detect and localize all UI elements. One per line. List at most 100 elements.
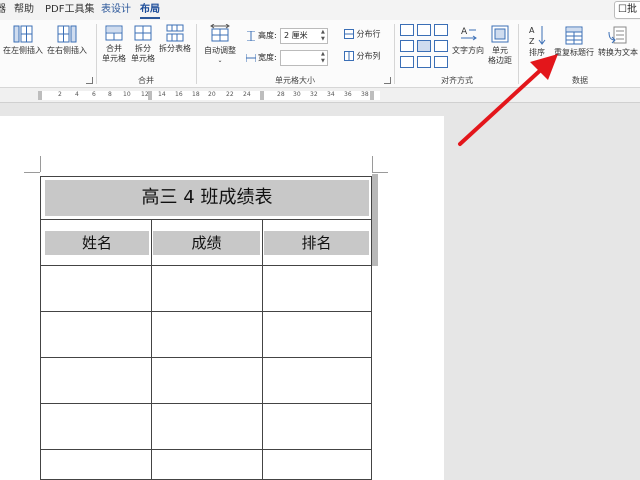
autofit-button[interactable]: 自动调整 ⌄: [200, 24, 240, 66]
tab-help[interactable]: 帮助: [14, 3, 34, 17]
ruler-number: 24: [243, 91, 251, 98]
merge-cells-button[interactable]: 合并 单元格: [99, 24, 129, 64]
table-cell[interactable]: [41, 403, 151, 448]
table-cell[interactable]: [41, 357, 151, 402]
split-cells-icon: [134, 25, 152, 41]
autofit-icon: [210, 24, 230, 42]
width-field-row: 宽度: ▲ ▼: [246, 50, 336, 66]
ruler-right-indent-marker[interactable]: [370, 91, 374, 100]
merge-cells-label-2: 单元格: [102, 54, 126, 63]
align-bottom-center-button[interactable]: [417, 56, 431, 68]
convert-to-text-label: 转换为文本: [598, 48, 638, 57]
ruler-number: 16: [175, 91, 183, 98]
table-rule: [41, 219, 371, 220]
split-cells-label-1: 拆分: [135, 44, 151, 53]
distribute-rows-label: 分布行: [356, 29, 381, 39]
column-width-icon: [246, 54, 256, 62]
table-cell[interactable]: [263, 311, 371, 356]
table-cell[interactable]: [41, 311, 151, 356]
table-title[interactable]: 高三 4 班成绩表: [45, 180, 369, 216]
margin-corner-mark: [372, 156, 373, 172]
header-cell-name[interactable]: 姓名: [45, 231, 149, 255]
ruler-number: 38: [361, 91, 369, 98]
ruler-number: 28: [277, 91, 285, 98]
table-cell[interactable]: [152, 357, 262, 402]
height-label: 高度:: [258, 31, 277, 40]
tab-table-design[interactable]: 表设计: [101, 3, 131, 17]
insert-left-button[interactable]: 在左侧插入: [2, 24, 44, 56]
table-cell[interactable]: [263, 357, 371, 402]
distribute-cols-label: 分布列: [356, 51, 381, 61]
insert-left-icon: [13, 25, 33, 43]
align-top-center-button[interactable]: [417, 24, 431, 36]
cell-size-group-label: 单元格大小: [275, 76, 315, 85]
distribute-rows-button[interactable]: 分布行: [344, 29, 386, 40]
tab-layout[interactable]: 布局: [140, 3, 160, 17]
split-table-button[interactable]: 拆分表格: [157, 24, 193, 54]
group-separator: [196, 24, 197, 84]
insert-right-icon: [57, 25, 77, 43]
merge-cells-icon: [105, 25, 123, 41]
ruler-number: 14: [158, 91, 166, 98]
ruler-number: 6: [92, 91, 96, 98]
group-separator: [96, 24, 97, 84]
table-cell[interactable]: [263, 403, 371, 448]
ruler-number: 12: [141, 91, 149, 98]
height-field-row: 高度: 2 厘米 ▲ ▼: [246, 28, 336, 44]
table-cell[interactable]: [263, 265, 371, 310]
margin-corner-mark: [40, 156, 41, 172]
align-bottom-right-button[interactable]: [434, 56, 448, 68]
menu-bar: 器 帮助 PDF工具集 表设计 布局 ☐批: [0, 0, 640, 20]
split-table-label: 拆分表格: [159, 44, 191, 53]
align-middle-center-button[interactable]: [417, 40, 431, 52]
ruler-number: 8: [108, 91, 112, 98]
group-separator: [394, 24, 395, 84]
align-bottom-left-button[interactable]: [400, 56, 414, 68]
insert-right-button[interactable]: 在右侧插入: [46, 24, 88, 56]
convert-to-text-button[interactable]: 转换为文本: [597, 24, 639, 58]
ruler-number: 10: [123, 91, 131, 98]
table-cell[interactable]: [41, 265, 151, 310]
ruler-number: 18: [192, 91, 200, 98]
rows-cols-dialog-launcher[interactable]: [86, 77, 93, 84]
margin-corner-mark: [372, 172, 388, 173]
ruler-left-indent-marker[interactable]: [38, 91, 42, 100]
comment-icon: ☐: [618, 4, 627, 15]
ruler-column-marker[interactable]: [260, 91, 264, 100]
ruler-number: 36: [344, 91, 352, 98]
autofit-dropdown-icon: ⌄: [217, 57, 223, 64]
align-middle-left-button[interactable]: [400, 40, 414, 52]
table-cell[interactable]: [152, 403, 262, 448]
margin-corner-mark: [24, 172, 40, 173]
insert-right-label: 在右侧插入: [47, 46, 87, 55]
split-table-icon: [166, 24, 184, 42]
comment-label: 批: [626, 4, 637, 15]
ruler-number: 2: [58, 91, 62, 98]
align-middle-right-button[interactable]: [434, 40, 448, 52]
convert-to-text-icon: [608, 26, 627, 44]
tab-pdf-tools[interactable]: PDF工具集: [45, 3, 94, 17]
width-spinner-icon[interactable]: ▲ ▼: [321, 51, 327, 65]
tab-partial[interactable]: 器: [0, 3, 6, 17]
row-height-icon: [247, 31, 255, 41]
cell-size-dialog-launcher[interactable]: [384, 77, 391, 84]
table-cell[interactable]: [152, 311, 262, 356]
split-cells-button[interactable]: 拆分 单元格: [129, 24, 157, 64]
height-spinner-icon[interactable]: ▲ ▼: [321, 29, 327, 43]
split-cells-label-2: 单元格: [131, 54, 155, 63]
align-top-right-button[interactable]: [434, 24, 448, 36]
distribute-cols-button[interactable]: 分布列: [344, 51, 386, 62]
autofit-label: 自动调整: [204, 46, 236, 55]
header-cell-score[interactable]: 成绩: [153, 231, 260, 255]
table-cell[interactable]: [152, 265, 262, 310]
align-top-left-button[interactable]: [400, 24, 414, 36]
svg-text:A: A: [529, 26, 535, 35]
comment-button[interactable]: ☐批: [614, 1, 640, 19]
width-label: 宽度:: [258, 53, 277, 62]
distribute-rows-icon: [344, 29, 354, 39]
header-cell-rank[interactable]: 排名: [264, 231, 369, 255]
ruler-number: 34: [327, 91, 335, 98]
ruler-number: 20: [208, 91, 216, 98]
table-rule: [41, 449, 371, 450]
ruler-number: 4: [75, 91, 79, 98]
